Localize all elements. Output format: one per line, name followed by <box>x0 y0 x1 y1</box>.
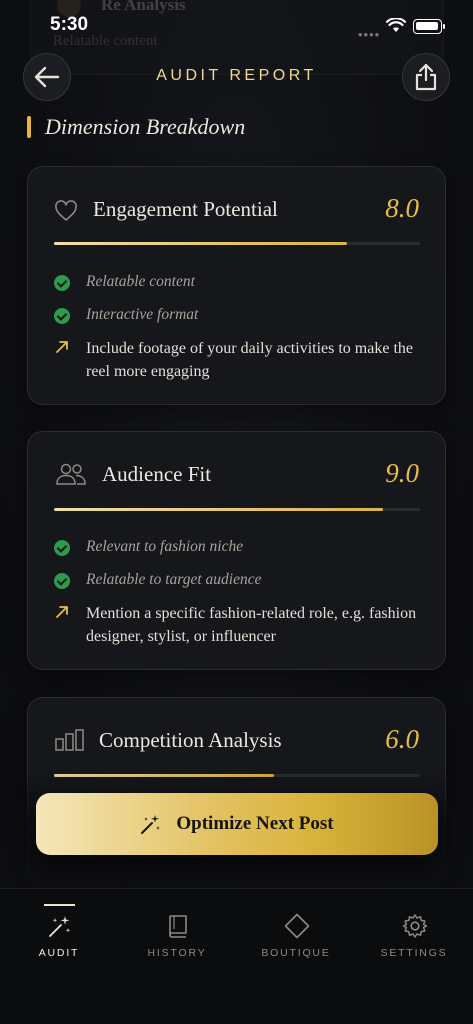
dimension-title: Competition Analysis <box>99 728 282 752</box>
arrow-up-right-icon <box>56 606 68 618</box>
status-bar: 5:30 •••• <box>0 0 473 50</box>
check-circle-icon <box>54 275 70 291</box>
positive-item: Relatable content <box>54 273 195 291</box>
tab-label: SETTINGS <box>380 947 448 959</box>
tab-label: AUDIT <box>38 947 80 959</box>
dimension-title: Audience Fit <box>102 462 212 486</box>
arrow-up-right-icon <box>56 341 68 353</box>
section-accent-bar <box>27 116 31 138</box>
share-button[interactable] <box>402 53 450 101</box>
suggestion-item: Mention a specific fashion-related role,… <box>54 602 431 648</box>
tab-label: HISTORY <box>147 947 207 959</box>
share-icon <box>415 63 437 91</box>
tab-label: BOUTIQUE <box>261 947 331 959</box>
positive-text: Relatable to target audience <box>86 571 262 588</box>
positive-text: Interactive format <box>86 306 199 323</box>
book-icon <box>169 915 187 938</box>
section-header: Dimension Breakdown <box>27 114 245 140</box>
suggestion-item: Include footage of your daily activities… <box>54 337 431 383</box>
dimension-score: 6.0 <box>385 724 419 754</box>
gear-icon <box>402 914 428 938</box>
status-time: 5:30 <box>50 14 89 35</box>
wifi-icon <box>386 18 406 32</box>
active-tab-indicator <box>44 904 75 906</box>
positive-item: Relatable to target audience <box>54 571 261 589</box>
tab-history[interactable]: HISTORY <box>118 889 236 979</box>
score-progress-fill <box>54 508 384 511</box>
signal-icon: •••• <box>358 27 381 42</box>
app-screen: Re Analysis Relatable content 5:30 •••• … <box>0 0 473 1024</box>
suggestion-text: Include footage of your daily activities… <box>86 340 413 380</box>
tab-boutique[interactable]: BOUTIQUE <box>237 889 355 979</box>
optimize-button-label: Optimize Next Post <box>176 813 334 834</box>
tab-settings[interactable]: SETTINGS <box>355 889 473 979</box>
score-progress-track <box>54 242 420 245</box>
positive-item: Interactive format <box>54 306 198 324</box>
dimension-score: 8.0 <box>385 193 419 223</box>
heart-icon <box>55 200 77 221</box>
check-circle-icon <box>54 308 70 324</box>
bottom-tab-bar: AUDIT HISTORY BOUTIQUE SETTINGS <box>0 888 473 1024</box>
score-progress-fill <box>54 242 347 245</box>
suggestion-text: Mention a specific fashion-related role,… <box>86 605 417 645</box>
optimize-next-post-button[interactable]: Optimize Next Post <box>36 793 438 855</box>
tab-audit[interactable]: AUDIT <box>0 889 118 979</box>
dimension-card-engagement[interactable]: Engagement Potential 8.0 Relatable conte… <box>27 166 446 405</box>
section-title: Dimension Breakdown <box>45 114 246 139</box>
score-progress-track <box>54 508 420 511</box>
positive-text: Relevant to fashion niche <box>86 538 244 555</box>
check-circle-icon <box>54 573 70 589</box>
dimension-score: 9.0 <box>385 458 419 488</box>
magic-wand-icon <box>141 815 161 834</box>
dimension-card-audience[interactable]: Audience Fit 9.0 Relevant to fashion nic… <box>27 431 446 670</box>
check-circle-icon <box>54 540 70 556</box>
diamond-icon <box>284 913 310 939</box>
positive-text: Relatable content <box>86 273 195 290</box>
battery-icon <box>413 19 445 34</box>
bar-chart-icon <box>55 729 84 751</box>
magic-wand-icon <box>49 916 71 937</box>
dimension-title: Engagement Potential <box>93 197 278 221</box>
positive-item: Relevant to fashion niche <box>54 538 243 556</box>
users-icon <box>56 463 86 485</box>
